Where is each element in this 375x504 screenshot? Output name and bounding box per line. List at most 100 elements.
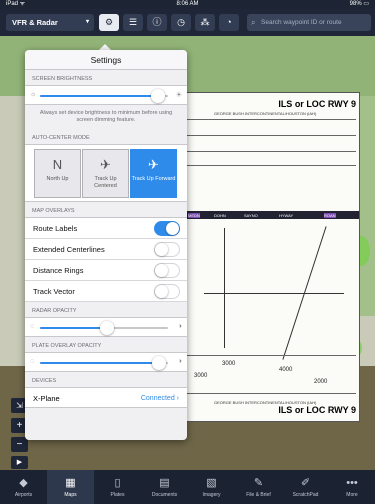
toggle-knob [166,222,179,235]
search-icon: ⌕ [251,18,256,27]
opacity-low-icon: ◌ [30,358,35,365]
plate-divider [187,393,356,394]
device-status: Connected › [140,395,179,402]
plate-course-line [204,293,344,294]
opacity-high-icon: ◑ [177,358,182,365]
toggle-knob [155,285,168,298]
radar-opacity-slider[interactable] [40,321,168,335]
bottom-tab-bar: ◆ Airports ▦ Maps ▯ Plates ▤ Documents ▧… [0,470,375,504]
tab-maps[interactable]: ▦ Maps [47,470,94,504]
brightness-slider[interactable] [40,89,168,103]
tab-label: Documents [151,492,178,498]
fix-label: HYWAY [279,212,294,218]
search-placeholder: Search waypoint ID or route [261,19,342,26]
tab-label: Airports [14,492,33,498]
mode-label: Track Up Forward [131,176,176,182]
tab-airports[interactable]: ◆ Airports [0,470,47,504]
tab-label: Maps [64,492,77,498]
tab-more[interactable]: ••• More [329,470,375,504]
section-header-map-overlays: MAP OVERLAYS [32,208,75,214]
tab-file-brief[interactable]: ✎ File & Brief [235,470,282,504]
section-header-screen-brightness: SCREEN BRIGHTNESS [32,76,93,82]
tab-plates[interactable]: ▯ Plates [94,470,141,504]
auto-center-mode-selector: N North Up ✈ Track Up Centered ✈ Track U… [25,144,187,202]
plates-icon: ▯ [114,477,121,489]
mode-label: North Up [46,176,69,182]
mode-track-up-centered[interactable]: ✈ Track Up Centered [82,149,129,198]
battery-indicator: 98% ▭ [349,1,369,7]
device-row-x-plane[interactable]: X-Plane Connected › [25,387,187,408]
airplane-icon: ✈ [100,157,111,172]
overlay-row-distance-rings: Distance Rings [25,260,187,281]
overlay-label: Route Labels [33,224,78,233]
plate-opacity-fill [40,362,160,364]
radar-opacity-cell: ◌ ◑ [25,317,187,337]
chevron-down-icon: ▾ [85,19,89,25]
distance-rings-toggle[interactable] [154,263,180,278]
map-layer-selector[interactable]: VFR & Radar ▾ [6,14,94,31]
plate-fix-strip: MEDN DOHN SAYNO HYWAY ROAN [184,211,359,219]
tab-label: Imagery [202,492,221,498]
airplane-icon: ✈ [148,157,159,172]
list-icon[interactable]: ☰ [123,14,143,31]
overlay-row-route-labels: Route Labels [25,218,187,239]
tab-documents[interactable]: ▤ Documents [141,470,188,504]
airports-icon: ◆ [19,477,28,489]
top-toolbar: VFR & Radar ▾ ⚙ ☰ ⓘ ◷ ⁂ ◔ ⌕ Search waypo… [0,9,375,36]
tab-label: Plates [110,492,125,498]
tab-scratchpad[interactable]: ✐ ScratchPad [282,470,329,504]
section-header-radar-opacity: RADAR OPACITY [32,308,77,314]
route-labels-toggle[interactable] [154,221,180,236]
map-layer-label: VFR & Radar [12,18,58,27]
search-input[interactable]: ⌕ Search waypoint ID or route [247,14,371,31]
overlay-label: Track Vector [33,287,75,296]
approach-plate-overlay[interactable]: ILS or LOC RWY 9 GEORGE BUSH INTERCONTIN… [183,92,360,422]
gear-icon[interactable]: ⚙ [99,14,119,31]
clock-icon[interactable]: ◷ [171,14,191,31]
plate-subtitle-top: GEORGE BUSH INTERCONTINENTAL/HOUSTON (IA… [214,111,317,116]
file-brief-icon: ✎ [253,477,264,489]
fix-label: MEDN [188,212,200,218]
overlay-row-extended-centerlines: Extended Centerlines [25,239,187,260]
fix-label: DOHN [214,212,226,218]
radar-opacity-knob[interactable] [99,321,114,335]
pin-icon[interactable]: ⁂ [195,14,215,31]
plate-divider [187,119,356,120]
mode-north-up[interactable]: N North Up [34,149,81,198]
plate-opacity-slider[interactable] [40,356,168,370]
more-icon: ••• [346,477,358,489]
mode-track-up-forward[interactable]: ✈ Track Up Forward [130,149,177,198]
info-icon[interactable]: ⓘ [147,14,167,31]
track-vector-toggle[interactable] [154,284,180,299]
overlay-row-track-vector: Track Vector [25,281,187,302]
overlay-label: Distance Rings [33,266,84,275]
play-button[interactable]: ▶ [11,456,28,469]
mode-label: Track Up Centered [94,176,117,189]
fix-label: ROAN [324,212,336,218]
plate-divider [187,165,356,166]
brightness-note: Always set device brightness to minimum … [39,110,173,123]
status-time: 8:06 AM [176,1,199,7]
tab-imagery[interactable]: ▧ Imagery [188,470,235,504]
radar-opacity-fill [40,327,107,329]
toggle-knob [155,264,168,277]
plate-altitude: 2000 [314,379,328,385]
plate-divider [187,135,356,136]
plate-altitude: 3000 [222,361,236,367]
section-header-plate-opacity: PLATE OVERLAY OPACITY [32,343,102,349]
documents-icon: ▤ [159,477,170,489]
plate-title-top: ILS or LOC RWY 9 [278,99,356,109]
timer-icon[interactable]: ◔ [219,14,239,31]
plate-altitude: 3000 [194,373,208,379]
zoom-out-button[interactable]: − [11,437,28,452]
brightness-slider-knob[interactable] [150,89,165,103]
brightness-high-icon: ☀ [175,92,182,99]
extended-centerlines-toggle[interactable] [154,242,180,257]
toggle-knob [155,243,168,256]
device-label: X-Plane [33,394,60,403]
opacity-low-icon: ◌ [30,323,35,330]
plate-opacity-knob[interactable] [152,356,167,370]
fix-label: SAYNO [244,212,258,218]
tab-label: File & Brief [246,492,271,498]
north-up-icon: N [52,157,63,172]
